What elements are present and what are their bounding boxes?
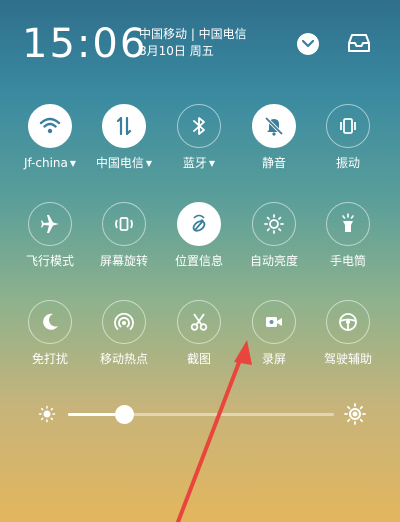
annotation-arrow — [176, 340, 252, 522]
